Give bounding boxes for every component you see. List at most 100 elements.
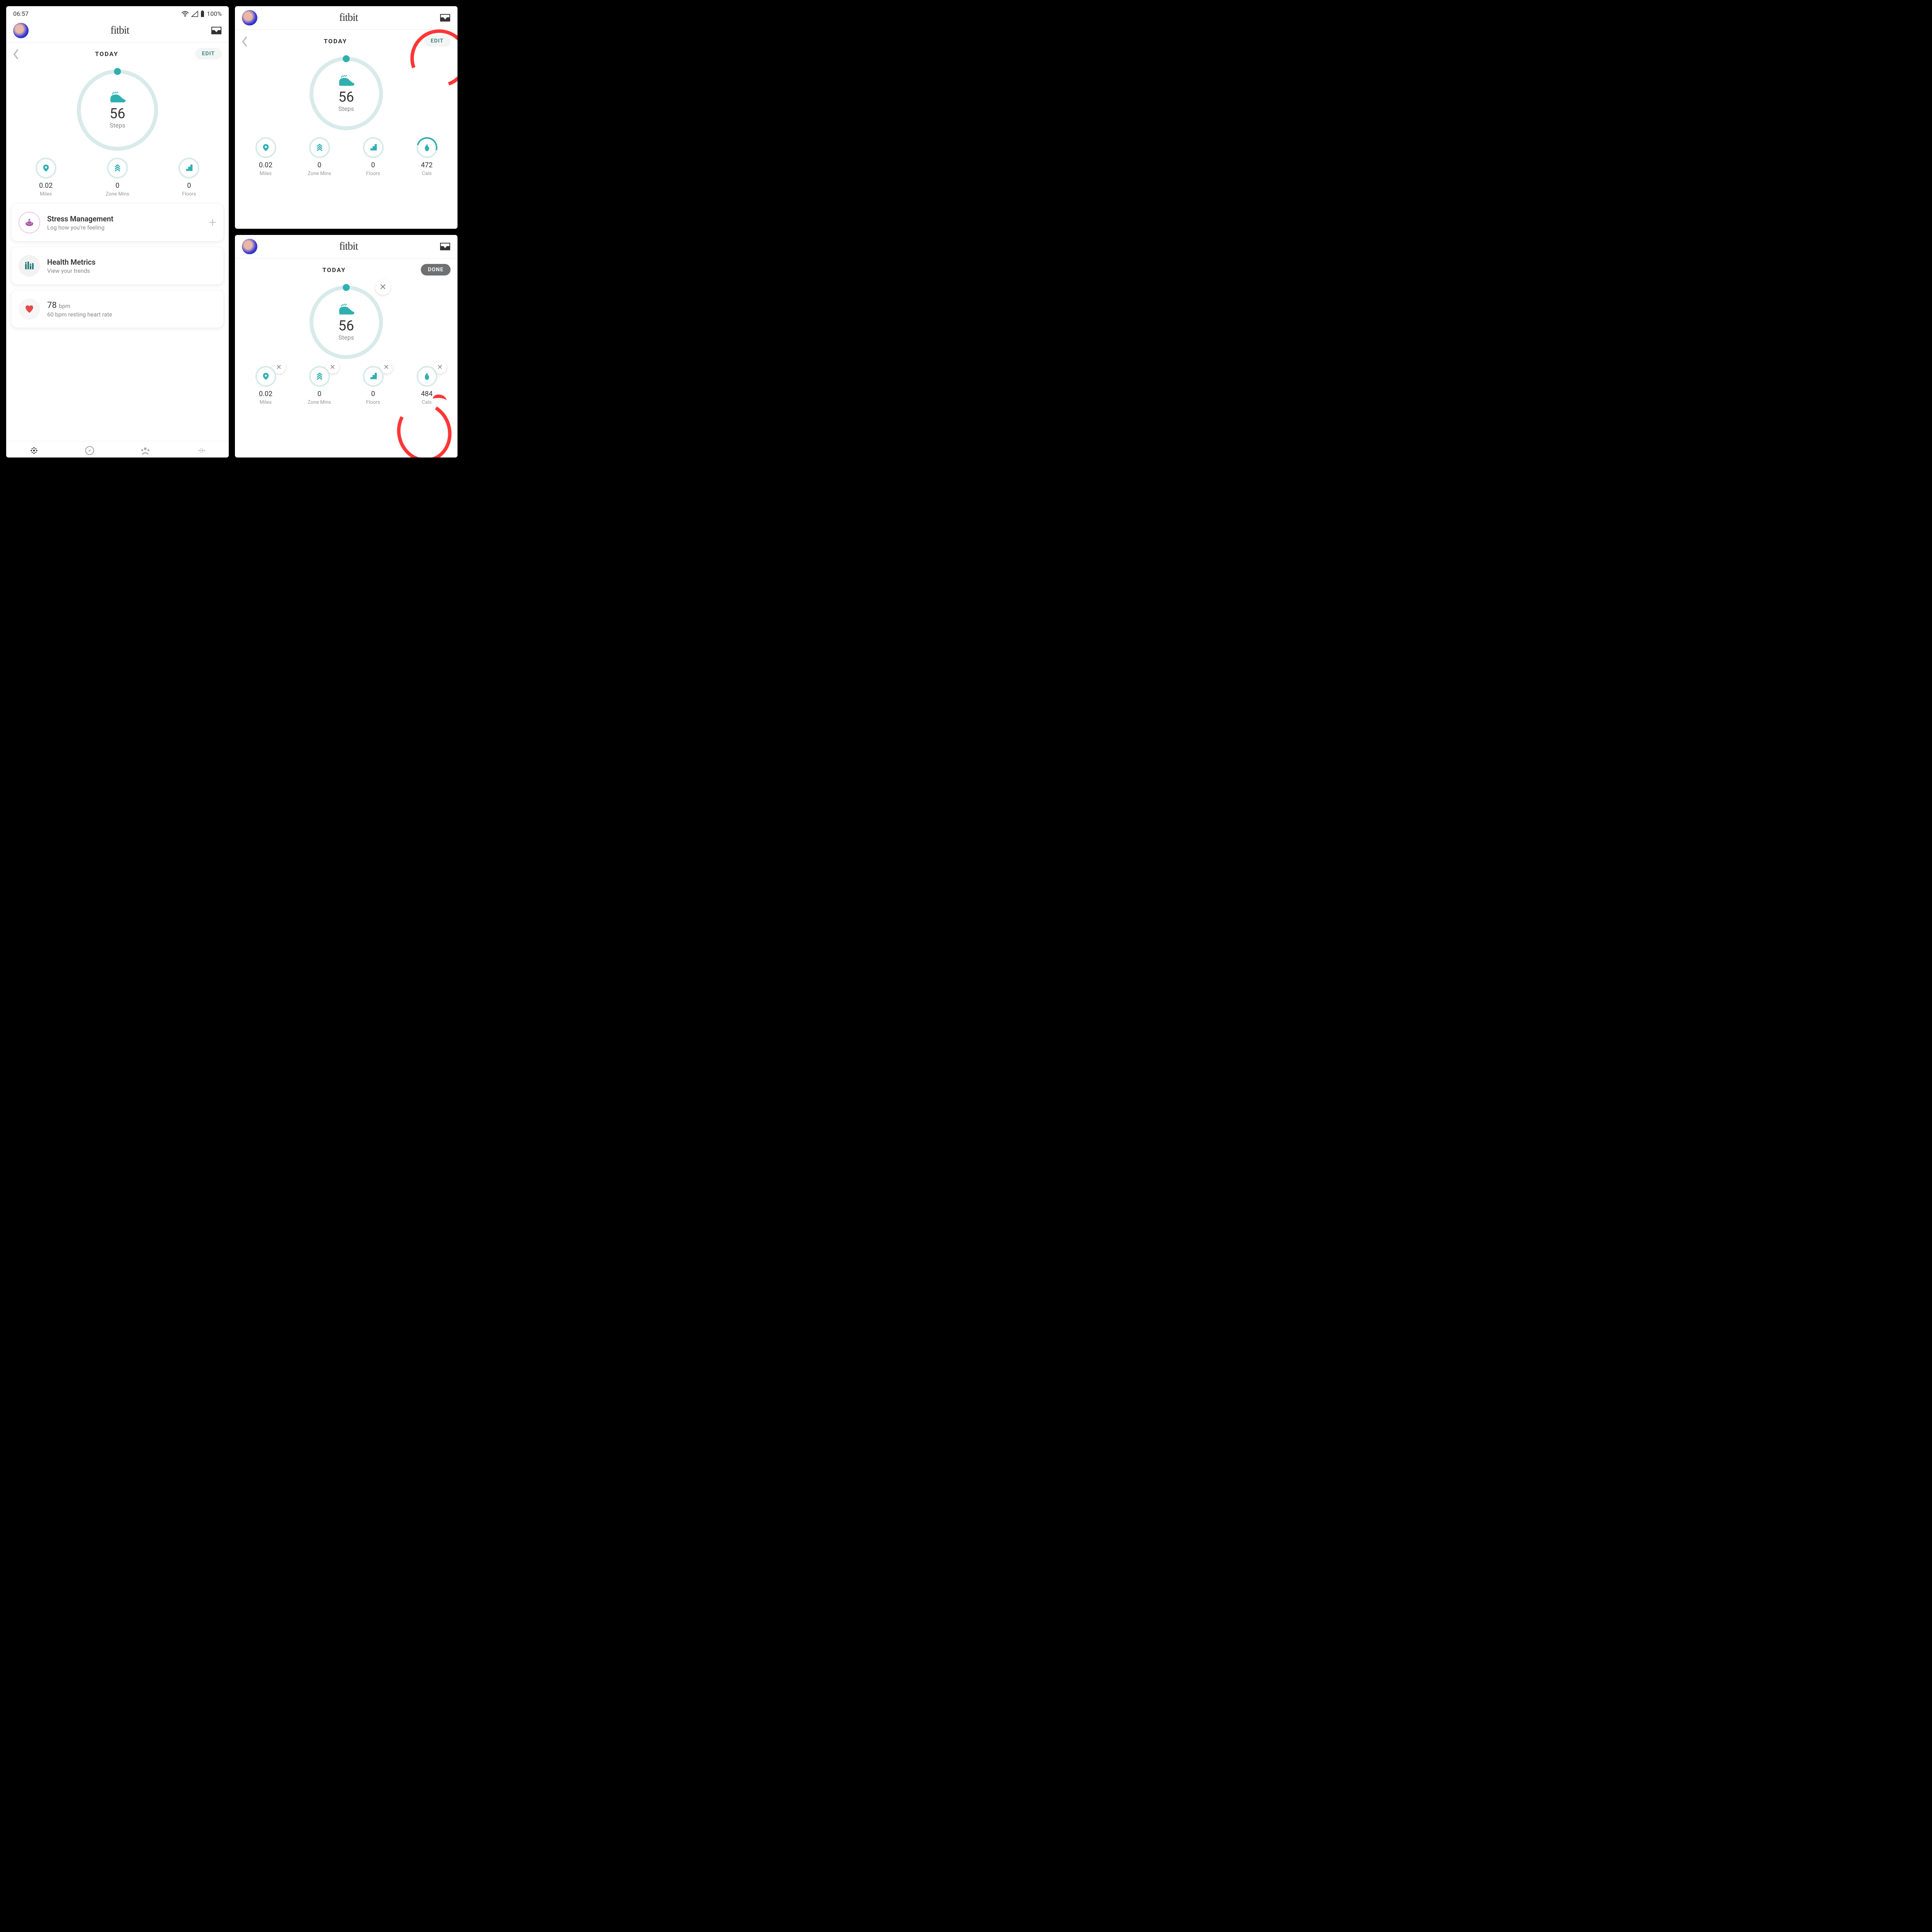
steps-ring[interactable]: 56 Steps ✕ (235, 278, 457, 366)
zone-label: Zone Mins (106, 191, 129, 197)
zone-value: 0 (317, 390, 321, 398)
cards: Stress Management Log how you're feeling… (6, 204, 229, 328)
stat-cals[interactable]: ✕ 484 Cals (410, 366, 444, 405)
plus-icon[interactable]: + (209, 215, 216, 230)
subheader: TODAY DONE (235, 259, 457, 278)
today-icon (29, 445, 39, 456)
subheader: TODAY EDIT (235, 30, 457, 49)
steps-ring[interactable]: 56 Steps (235, 49, 457, 137)
floors-value: 0 (187, 182, 191, 190)
miles-value: 0.02 (259, 161, 272, 169)
floors-label: Floors (182, 191, 196, 197)
stat-floors[interactable]: 0 Floors (356, 137, 391, 177)
done-button[interactable]: DONE (421, 264, 451, 276)
stat-miles[interactable]: 0.02 Miles (29, 158, 63, 197)
cals-value: 472 (421, 161, 432, 169)
shoe-icon (109, 92, 126, 103)
edit-button[interactable]: EDIT (195, 48, 222, 60)
avatar[interactable] (13, 23, 29, 38)
zone-label: Zone Mins (308, 400, 331, 405)
zone-value: 0 (116, 182, 119, 190)
steps-unit: Steps (338, 334, 354, 341)
battery-percent: 100% (207, 10, 222, 17)
metrics-icon (19, 255, 40, 277)
today-label: TODAY (322, 266, 346, 274)
nav-premium[interactable] (185, 445, 216, 456)
community-icon (140, 445, 151, 456)
status-bar: 06:57 100% (6, 6, 229, 19)
stat-floors[interactable]: ✕ 0 Floors (356, 366, 391, 405)
inbox-icon[interactable] (440, 14, 451, 22)
wifi-icon (181, 11, 189, 17)
zone-value: 0 (317, 161, 321, 169)
stats-row: ✕ 0.02 Miles ✕ 0 Zone Mins ✕ 0 Floors ✕ … (235, 366, 457, 412)
floors-value: 0 (371, 390, 375, 398)
heart-icon (19, 298, 40, 320)
nav-community[interactable] (130, 445, 161, 456)
stat-floors[interactable]: 0 Floors (172, 158, 206, 197)
app-header: fitbit (235, 6, 457, 30)
back-chevron-icon[interactable] (242, 37, 247, 45)
card-metrics[interactable]: Health Metrics View your trends (12, 247, 223, 284)
miles-label: Miles (40, 191, 52, 197)
steps-ring[interactable]: 56 Steps (6, 62, 229, 158)
stat-zone-mins[interactable]: 0 Zone Mins (100, 158, 135, 197)
stats-row: 0.02 Miles 0 Zone Mins 0 Floors 472 Cals (235, 137, 457, 184)
premium-icon (196, 445, 206, 456)
nav-discover[interactable] (74, 445, 105, 456)
stairs-icon (369, 143, 378, 152)
signal-icon (191, 11, 198, 17)
stat-zone-mins[interactable]: ✕ 0 Zone Mins (302, 366, 337, 405)
card-heart[interactable]: 78 bpm 60 bpm resting heart rate (12, 291, 223, 328)
subheader: TODAY EDIT (6, 43, 229, 62)
pin-icon (42, 164, 50, 172)
screenshot-top-left: fitbit TODAY EDIT 56 Steps 0.02 Miles 0 (235, 6, 457, 229)
screenshot-bottom-left: fitbit TODAY DONE 56 Steps ✕ ✕ 0.02 Mile… (235, 235, 457, 457)
flame-icon (423, 372, 431, 381)
cals-label: Cals (422, 171, 432, 177)
stat-zone-mins[interactable]: 0 Zone Mins (302, 137, 337, 177)
stairs-icon (185, 164, 193, 172)
today-label: TODAY (95, 50, 119, 58)
card-stress-sub: Log how you're feeling (47, 224, 202, 231)
floors-label: Floors (366, 400, 380, 405)
avatar[interactable] (242, 10, 257, 26)
miles-value: 0.02 (259, 390, 272, 398)
miles-label: Miles (260, 400, 272, 405)
stats-row: 0.02 Miles 0 Zone Mins 0 Floors (6, 158, 229, 204)
card-stress[interactable]: Stress Management Log how you're feeling… (12, 204, 223, 241)
pin-icon (262, 143, 270, 152)
status-time: 06:57 (13, 10, 29, 17)
inbox-icon[interactable] (211, 27, 222, 34)
app-header: fitbit (235, 235, 457, 259)
card-stress-title: Stress Management (47, 214, 202, 223)
steps-unit: Steps (110, 122, 125, 129)
stat-cals[interactable]: 472 Cals (410, 137, 444, 177)
compass-icon (84, 445, 95, 456)
edit-button[interactable]: EDIT (424, 35, 451, 47)
logo: fitbit (339, 12, 358, 24)
app-header: fitbit (6, 19, 229, 43)
floors-value: 0 (371, 161, 375, 169)
nav-today[interactable] (19, 445, 49, 456)
stat-miles[interactable]: 0.02 Miles (248, 137, 283, 177)
chevrons-up-icon (113, 164, 122, 172)
stat-miles[interactable]: ✕ 0.02 Miles (248, 366, 283, 405)
miles-label: Miles (260, 171, 272, 177)
avatar[interactable] (242, 239, 257, 254)
miles-value: 0.02 (39, 182, 53, 190)
inbox-icon[interactable] (440, 243, 451, 250)
today-label: TODAY (324, 37, 347, 45)
steps-count: 56 (338, 318, 354, 334)
cals-value: 484 (421, 390, 432, 398)
chevrons-up-icon (315, 372, 324, 381)
shoe-icon (337, 75, 355, 87)
logo: fitbit (111, 24, 129, 37)
pin-icon (262, 372, 270, 381)
card-metrics-title: Health Metrics (47, 258, 216, 267)
remove-steps-button[interactable]: ✕ (375, 279, 391, 295)
logo: fitbit (339, 240, 358, 253)
shoe-icon (337, 304, 355, 315)
cals-label: Cals (422, 400, 432, 405)
back-chevron-icon[interactable] (13, 49, 19, 58)
